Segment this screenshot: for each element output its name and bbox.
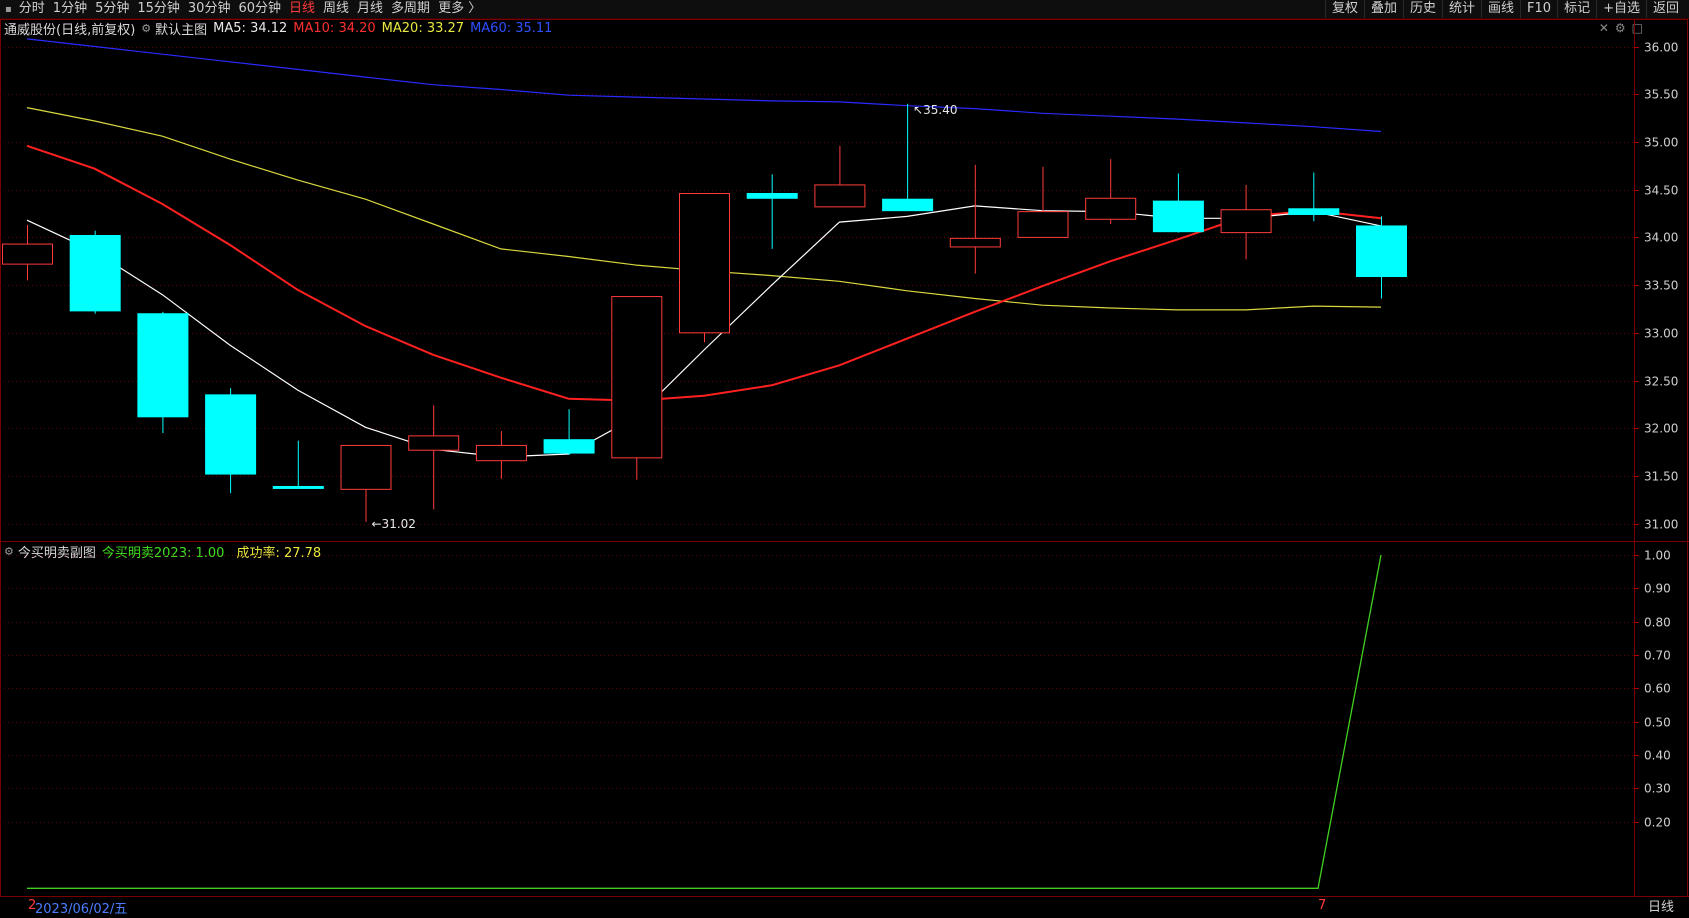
candle-body [814, 184, 866, 208]
price-annotation: ↖35.40 [913, 103, 957, 117]
candle-body [1017, 211, 1069, 238]
crosshair-date: 2023/06/02/五 [35, 902, 128, 917]
date-marker-mid: 7 [1318, 898, 1327, 913]
axis-period-button[interactable]: 日线 [1635, 898, 1687, 917]
y-tick-label: 32.50 [1644, 375, 1678, 389]
y-tick-label: 36.00 [1644, 41, 1678, 55]
candle-body [746, 193, 798, 199]
y-tick-label: 0.60 [1644, 682, 1671, 696]
price-annotation: ←31.02 [372, 517, 416, 531]
candle-body [205, 394, 257, 475]
candle-body [340, 444, 392, 490]
y-tick-label: 0.50 [1644, 716, 1671, 730]
candle-body [949, 237, 1001, 248]
y-tick-label: 34.00 [1644, 231, 1678, 245]
candle-body [2, 243, 53, 265]
ma60-line [26, 38, 1382, 133]
candle-body [272, 485, 324, 489]
candle-body [611, 296, 663, 459]
y-tick-label: 34.50 [1644, 184, 1678, 198]
y-tick-label: 33.50 [1644, 279, 1678, 293]
kline-chart[interactable]: 31.00 31.50 32.00 32.50 33.00 33.50 34.00 34.50… [0, 0, 1689, 918]
candle-body [1085, 197, 1137, 220]
y-tick-label: 0.40 [1644, 749, 1671, 763]
indicator-line [27, 554, 1382, 889]
y-tick-label: 0.30 [1644, 782, 1671, 796]
candle-body [882, 198, 934, 212]
candle-body [475, 444, 527, 462]
y-tick-label: 33.00 [1644, 327, 1678, 341]
candle-body [679, 193, 730, 334]
y-tick-label: 0.70 [1644, 649, 1671, 663]
candle-body [69, 234, 121, 312]
y-tick-label: 35.50 [1644, 88, 1678, 102]
candle-body [408, 435, 460, 451]
candle-body [1220, 209, 1272, 234]
y-tick-label: 1.00 [1644, 549, 1671, 563]
y-tick-label: 31.50 [1644, 470, 1678, 484]
y-tick-label: 32.00 [1644, 422, 1678, 436]
candle-body [1288, 208, 1340, 215]
candle-body [1152, 200, 1204, 233]
y-tick-label: 0.80 [1644, 616, 1671, 630]
candle-body [137, 313, 189, 418]
y-tick-label: 0.20 [1644, 816, 1671, 830]
candle-body [1356, 225, 1407, 278]
y-tick-label: 0.90 [1644, 582, 1671, 596]
y-tick-label: 31.00 [1644, 518, 1678, 532]
y-tick-label: 35.00 [1644, 136, 1678, 150]
candle-body [543, 439, 595, 454]
